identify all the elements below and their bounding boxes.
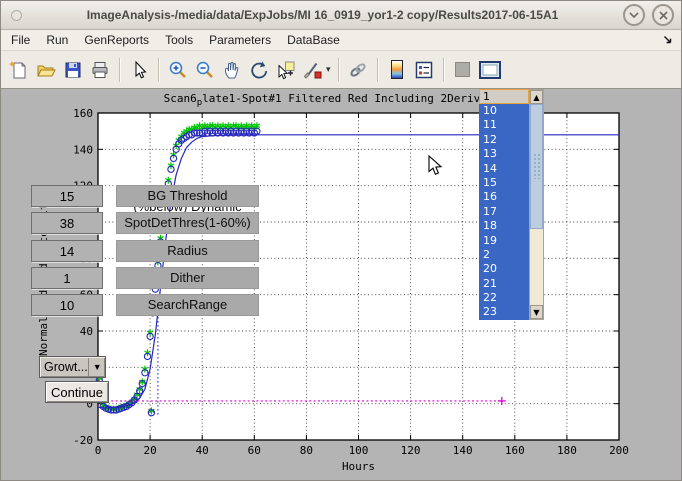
figure-canvas: 020406080100120140160180200-200204060801… bbox=[1, 89, 682, 481]
toolbar-separator bbox=[377, 58, 378, 82]
list-item[interactable]: 11 bbox=[479, 118, 529, 132]
plot-tools-off-icon[interactable] bbox=[451, 58, 475, 82]
x-tick-label: 0 bbox=[95, 444, 102, 457]
new-document-icon[interactable] bbox=[7, 58, 31, 82]
scrollbar-thumb[interactable] bbox=[530, 104, 543, 229]
spot-det-thres-field[interactable] bbox=[31, 212, 103, 234]
list-item[interactable]: 23 bbox=[479, 305, 529, 319]
list-item[interactable]: 22 bbox=[479, 291, 529, 305]
scroll-up-icon[interactable]: ▲ bbox=[530, 90, 543, 104]
menu-database[interactable]: DataBase bbox=[287, 33, 340, 47]
rotate-3d-icon[interactable] bbox=[247, 58, 271, 82]
pointer-icon[interactable] bbox=[127, 58, 151, 82]
y-tick-label: 160 bbox=[73, 107, 93, 120]
dropdown-arrow-icon: ▼ bbox=[88, 358, 102, 376]
shade-button[interactable] bbox=[623, 4, 645, 26]
insert-colorbar-icon[interactable] bbox=[385, 58, 409, 82]
y-tick-label: 40 bbox=[80, 325, 93, 338]
list-item[interactable]: 15 bbox=[479, 176, 529, 190]
scroll-down-icon[interactable]: ▼ bbox=[530, 305, 543, 319]
window-title: ImageAnalysis-/media/data/ExpJobs/MI 16_… bbox=[22, 8, 623, 22]
x-tick-label: 80 bbox=[300, 444, 313, 457]
bg-threshold-label: BG Threshold bbox=[116, 185, 259, 207]
dither-field[interactable] bbox=[31, 267, 103, 289]
growth-chart: 020406080100120140160180200-200204060801… bbox=[1, 89, 682, 481]
dither-label: Dither bbox=[116, 267, 259, 289]
chevron-down-icon bbox=[629, 12, 639, 19]
x-tick-label: 160 bbox=[505, 444, 525, 457]
list-item[interactable]: 14 bbox=[479, 162, 529, 176]
listbox-items: 10 11 12 13 14 15 16 17 18 19 2 20 21 22… bbox=[479, 104, 529, 320]
list-item[interactable]: 10 bbox=[479, 104, 529, 118]
continue-button[interactable]: Continue bbox=[45, 381, 109, 403]
spot-number-listbox: 1 10 11 12 13 14 15 16 17 18 19 2 20 21 … bbox=[479, 89, 544, 320]
search-range-label: SearchRange bbox=[116, 294, 259, 316]
x-tick-label: 120 bbox=[401, 444, 421, 457]
toolbar-separator bbox=[158, 58, 159, 82]
zoom-out-icon[interactable] bbox=[193, 58, 217, 82]
x-tick-label: 20 bbox=[143, 444, 156, 457]
list-item[interactable]: 17 bbox=[479, 205, 529, 219]
x-tick-label: 200 bbox=[609, 444, 629, 457]
x-tick-label: 140 bbox=[453, 444, 473, 457]
x-axis-label: Hours bbox=[342, 460, 375, 473]
growth-mode-dropdown[interactable]: Growt... ▼ bbox=[39, 356, 106, 378]
radius-field[interactable] bbox=[31, 240, 103, 262]
listbox-current-value[interactable]: 1 bbox=[479, 89, 529, 104]
zoom-in-icon[interactable] bbox=[166, 58, 190, 82]
menu-tools[interactable]: Tools bbox=[165, 33, 193, 47]
open-folder-icon[interactable] bbox=[34, 58, 58, 82]
plot-tools-on-icon[interactable] bbox=[478, 58, 502, 82]
menubar: File Run GenReports Tools Parameters Dat… bbox=[1, 30, 681, 51]
close-icon bbox=[659, 11, 668, 20]
listbox-scrollbar[interactable]: ▲ ▼ bbox=[529, 89, 544, 320]
list-item[interactable]: 16 bbox=[479, 190, 529, 204]
list-item[interactable]: 21 bbox=[479, 277, 529, 291]
x-tick-label: 40 bbox=[196, 444, 209, 457]
y-tick-label: 140 bbox=[73, 143, 93, 156]
window-menu-icon[interactable] bbox=[11, 10, 22, 21]
pan-hand-icon[interactable] bbox=[220, 58, 244, 82]
menu-parameters[interactable]: Parameters bbox=[209, 33, 271, 47]
print-icon[interactable] bbox=[88, 58, 112, 82]
x-tick-label: 100 bbox=[349, 444, 369, 457]
menu-file[interactable]: File bbox=[11, 33, 30, 47]
list-item[interactable]: 13 bbox=[479, 147, 529, 161]
menu-genreports[interactable]: GenReports bbox=[84, 33, 149, 47]
titlebar: ImageAnalysis-/media/data/ExpJobs/MI 16_… bbox=[1, 1, 681, 30]
radius-label: Radius bbox=[116, 240, 259, 262]
toolbar-separator bbox=[119, 58, 120, 82]
x-tick-label: 180 bbox=[557, 444, 577, 457]
x-tick-label: 60 bbox=[248, 444, 261, 457]
spot-det-thres-label: SpotDetThres(1-60%) bbox=[116, 212, 259, 234]
data-cursor-icon[interactable] bbox=[274, 58, 298, 82]
toolbar: ▾ bbox=[1, 51, 681, 89]
list-item[interactable]: 2 bbox=[479, 248, 529, 262]
list-item[interactable]: 12 bbox=[479, 133, 529, 147]
menu-run[interactable]: Run bbox=[46, 33, 68, 47]
toolbar-separator bbox=[338, 58, 339, 82]
save-icon[interactable] bbox=[61, 58, 85, 82]
insert-legend-icon[interactable] bbox=[412, 58, 436, 82]
close-button[interactable] bbox=[652, 4, 674, 26]
brush-dropdown-caret-icon[interactable]: ▾ bbox=[326, 64, 331, 75]
brush-icon[interactable] bbox=[301, 58, 325, 82]
app-window: ImageAnalysis-/media/data/ExpJobs/MI 16_… bbox=[0, 0, 682, 481]
menubar-overflow-arrow-icon[interactable] bbox=[663, 35, 673, 45]
list-item[interactable]: 19 bbox=[479, 234, 529, 248]
toolbar-separator bbox=[443, 58, 444, 82]
y-tick-label: -20 bbox=[73, 434, 93, 447]
link-plots-icon[interactable] bbox=[346, 58, 370, 82]
search-range-field[interactable] bbox=[31, 294, 103, 316]
bg-threshold-field[interactable] bbox=[31, 185, 103, 207]
mouse-cursor-icon bbox=[428, 155, 443, 176]
list-item[interactable]: 18 bbox=[479, 219, 529, 233]
list-item[interactable]: 20 bbox=[479, 262, 529, 276]
